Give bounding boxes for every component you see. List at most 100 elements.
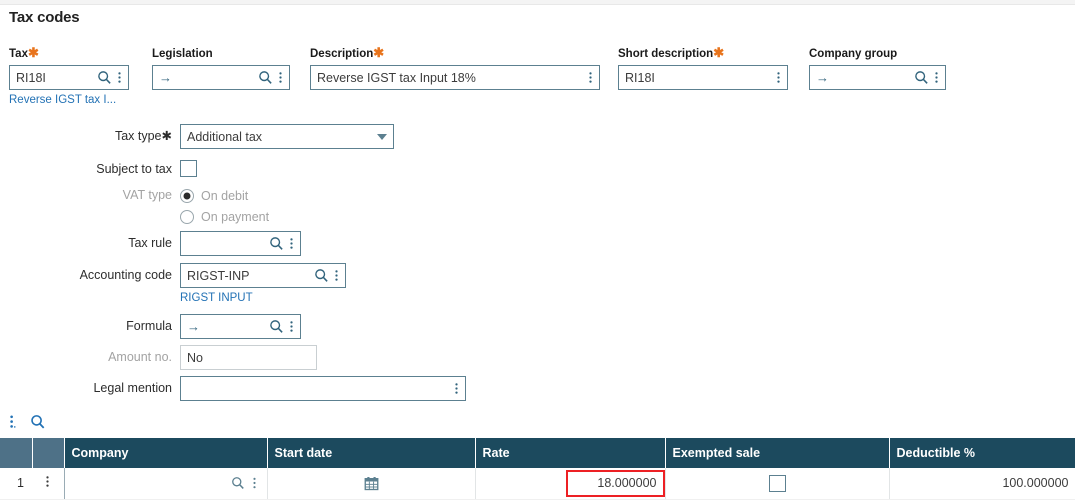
start-date-cell-inner — [274, 472, 469, 494]
grid-actions-kebab-icon[interactable] — [9, 413, 16, 431]
col-header-rowmenu — [32, 438, 65, 468]
field-short-description-label: Short description✱ — [618, 45, 725, 60]
tax-helper-link[interactable]: Reverse IGST tax I... — [9, 93, 129, 107]
required-marker: ✱ — [161, 129, 172, 143]
legal-mention-input-wrap[interactable] — [180, 376, 466, 401]
kebab-icon[interactable] — [249, 471, 261, 496]
legislation-input-wrap[interactable]: → — [152, 65, 290, 90]
col-header-company[interactable]: Company — [64, 438, 268, 468]
col-header-rate[interactable]: Rate — [475, 438, 666, 468]
field-legislation: Legislation → — [152, 47, 290, 90]
exempted-sale-checkbox[interactable] — [768, 474, 786, 492]
field-amount-no: Amount no. No — [0, 345, 317, 370]
tax-rule-input-wrap[interactable] — [180, 231, 301, 256]
kebab-icon[interactable] — [45, 476, 50, 493]
field-formula-label: Formula — [126, 319, 172, 333]
deductible-pct-cell-value: 100.000000 — [1002, 476, 1069, 491]
amount-no-input-wrap: No — [180, 345, 317, 370]
required-marker: ✱ — [27, 45, 39, 60]
radio-on-debit[interactable] — [180, 188, 194, 203]
search-icon[interactable] — [268, 231, 285, 256]
grid-toolbar — [9, 413, 46, 431]
kebab-icon[interactable] — [930, 65, 942, 90]
field-legal-mention: Legal mention — [0, 376, 466, 401]
kebab-icon[interactable] — [330, 263, 342, 288]
search-icon[interactable] — [230, 471, 247, 496]
chevron-down-icon[interactable] — [377, 133, 387, 140]
cell-deductible-pct[interactable]: 100.000000 — [889, 468, 1075, 500]
tax-input-wrap[interactable]: RI18I — [9, 65, 129, 90]
kebab-icon[interactable] — [113, 65, 125, 90]
formula-input-wrap[interactable]: → — [180, 314, 301, 339]
calendar-icon[interactable] — [363, 472, 379, 494]
accounting-code-input-wrap[interactable]: RIGST-INP — [180, 263, 346, 288]
tax-input-value[interactable]: RI18I — [16, 71, 96, 85]
vat-type-option-on-debit[interactable]: On debit — [180, 185, 269, 206]
kebab-icon[interactable] — [772, 65, 784, 90]
search-icon[interactable] — [96, 65, 113, 90]
company-group-input-wrap[interactable]: → — [809, 65, 946, 90]
kebab-icon[interactable] — [285, 314, 297, 339]
vat-type-option-on-payment[interactable]: On payment — [180, 206, 269, 227]
radio-on-payment[interactable] — [180, 209, 194, 224]
field-tax-rule-label: Tax rule — [128, 236, 172, 250]
field-company-group: Company group → — [809, 47, 946, 90]
field-tax-rule: Tax rule — [0, 231, 301, 256]
field-legal-mention-label: Legal mention — [93, 381, 172, 395]
cell-exempted-sale[interactable] — [665, 468, 890, 500]
arrow-right-icon[interactable]: → — [816, 71, 831, 84]
field-amount-no-label: Amount no. — [108, 350, 172, 364]
kebab-icon[interactable] — [450, 376, 462, 401]
accounting-code-helper-link[interactable]: RIGST INPUT — [180, 291, 346, 305]
field-accounting-code: Accounting code RIGST-INP RIGST INPUT — [0, 263, 346, 305]
field-tax-type-label: Tax type✱ — [114, 129, 172, 143]
search-icon[interactable] — [268, 314, 285, 339]
field-short-description: Short description✱ RI18I — [618, 45, 788, 90]
tax-codes-screen: Tax codes Tax✱ RI18I Reverse IGST tax I.… — [0, 0, 1075, 500]
col-header-exempted-sale[interactable]: Exempted sale — [665, 438, 890, 468]
row-menu-cell[interactable] — [32, 468, 65, 500]
accounting-code-input-value[interactable]: RIGST-INP — [187, 269, 313, 283]
exempted-sale-cell-inner — [672, 474, 883, 492]
col-header-start-date[interactable]: Start date — [267, 438, 476, 468]
tax-type-select[interactable]: Additional tax — [180, 124, 394, 149]
field-subject-to-tax: Subject to tax — [0, 157, 197, 182]
cell-rate[interactable]: 18.000000 — [475, 468, 666, 500]
amount-no-input-value: No — [187, 350, 203, 365]
search-icon[interactable] — [313, 263, 330, 288]
field-legislation-label: Legislation — [152, 48, 213, 60]
tax-type-select-value[interactable]: Additional tax — [187, 130, 377, 144]
field-tax-label: Tax✱ — [9, 45, 39, 60]
arrow-right-icon[interactable]: → — [159, 71, 174, 84]
arrow-right-icon[interactable]: → — [187, 320, 202, 333]
tax-rates-table: Company Start date Rate Exempted sale De… — [0, 438, 1075, 500]
col-header-rownum — [0, 438, 33, 468]
short-description-input-wrap[interactable]: RI18I — [618, 65, 788, 90]
kebab-icon[interactable] — [285, 231, 297, 256]
subject-to-tax-checkbox[interactable] — [180, 160, 197, 177]
field-accounting-code-label: Accounting code — [79, 268, 172, 282]
field-description-label: Description✱ — [310, 45, 385, 60]
col-header-deductible-pct[interactable]: Deductible % — [889, 438, 1075, 468]
search-icon[interactable] — [257, 65, 274, 90]
cell-company[interactable] — [64, 468, 268, 500]
field-vat-type-label: VAT type — [122, 188, 172, 202]
short-description-input-value[interactable]: RI18I — [625, 71, 772, 85]
kebab-icon[interactable] — [584, 65, 596, 90]
kebab-icon[interactable] — [274, 65, 286, 90]
description-input-value[interactable]: Reverse IGST tax Input 18% — [317, 71, 584, 85]
rate-cell-value[interactable]: 18.000000 — [565, 469, 665, 497]
description-input-wrap[interactable]: Reverse IGST tax Input 18% — [310, 65, 600, 90]
field-subject-to-tax-label: Subject to tax — [96, 162, 172, 176]
table-row: 1 18.000000 100.000000 — [0, 468, 1075, 500]
grid-search-icon[interactable] — [30, 414, 46, 430]
tax-rates-grid: Company Start date Rate Exempted sale De… — [0, 438, 1075, 500]
cell-start-date[interactable] — [267, 468, 476, 500]
search-icon[interactable] — [913, 65, 930, 90]
vat-type-radio-group: On debit On payment — [180, 185, 269, 227]
field-tax: Tax✱ RI18I Reverse IGST tax I... — [9, 45, 129, 107]
field-tax-type: Tax type✱ Additional tax — [0, 124, 394, 149]
vat-type-option-label: On debit — [201, 188, 249, 203]
field-formula: Formula → — [0, 314, 301, 339]
required-marker: ✱ — [373, 45, 385, 60]
